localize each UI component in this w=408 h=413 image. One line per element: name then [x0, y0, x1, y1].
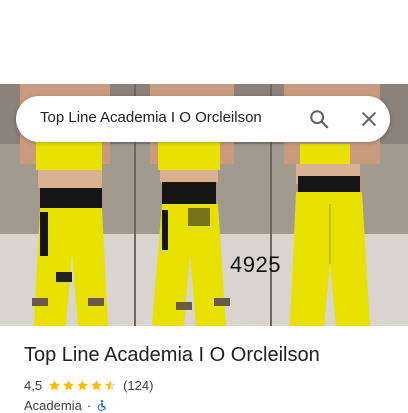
place-category: Academia — [24, 398, 82, 413]
review-count[interactable]: (124) — [123, 378, 153, 393]
rating-stars — [48, 379, 118, 392]
search-bar[interactable]: Top Line Academia I O Orcleilson — [16, 96, 390, 142]
place-info-panel: Top Line Academia I O Orcleilson 4,5 (12… — [0, 326, 408, 413]
category-separator: · — [86, 398, 92, 413]
clear-search-button[interactable] — [354, 104, 384, 134]
accessibility-icon — [97, 400, 107, 411]
star-icon-full — [49, 379, 60, 390]
star-icon-full — [91, 379, 102, 390]
rating-value: 4,5 — [24, 377, 43, 393]
star-icon-half — [105, 379, 116, 390]
star-icon-full — [77, 379, 88, 390]
search-query-text[interactable]: Top Line Academia I O Orcleilson — [40, 109, 262, 126]
search-icon — [310, 110, 329, 129]
rating-row[interactable]: 4,5 (124) — [24, 376, 153, 394]
place-title[interactable]: Top Line Academia I O Orcleilson — [24, 344, 320, 367]
category-row: Academia · — [24, 398, 108, 413]
close-icon — [362, 112, 376, 126]
star-icon-full — [63, 379, 74, 390]
photo-watermark-number: 4925 — [230, 252, 281, 277]
search-button[interactable] — [304, 104, 334, 134]
